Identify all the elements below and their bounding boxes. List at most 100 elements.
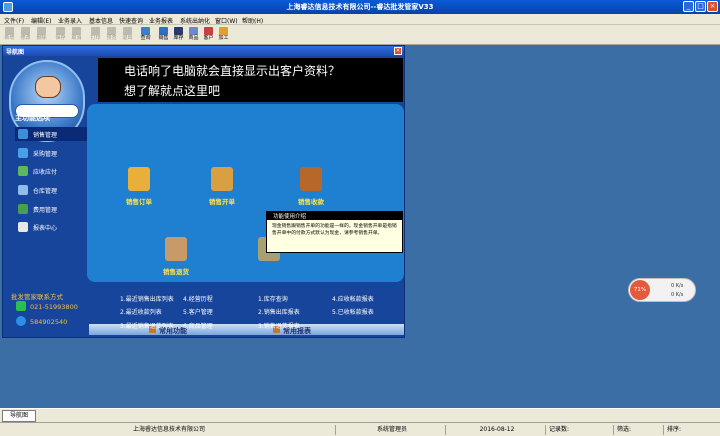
tool-delete[interactable]: 删除 [34, 26, 49, 44]
sales-icon [159, 27, 168, 35]
window-title: 上海睿达信息技术有限公司--睿达批发管家V33 [286, 3, 434, 11]
tool-sales[interactable]: 销售 [156, 26, 171, 44]
product-icon [189, 27, 198, 35]
customer-icon [204, 27, 213, 35]
close-button[interactable]: × [707, 1, 718, 12]
tool-exit[interactable]: 退出 [120, 26, 135, 44]
menu-basic-info[interactable]: 基本信息 [89, 16, 113, 25]
sales-icon [18, 129, 28, 139]
promo-banner[interactable]: 电话响了电脑就会直接显示出客户资料？ 想了解就点这里吧 [98, 58, 403, 102]
exit-icon [123, 27, 132, 35]
status-user: 系统管理员 [335, 425, 445, 435]
tool-processing[interactable]: 加工 [216, 26, 231, 44]
document-icon [18, 222, 28, 232]
nav-close-button[interactable]: × [394, 47, 402, 55]
status-record-count: 记录数: [545, 425, 613, 435]
sidebar-item-warehouse[interactable]: 仓库管理 [15, 183, 87, 197]
tool-save[interactable]: 保存 [53, 26, 68, 44]
link-inventory-query[interactable]: 1.库存查询 [258, 294, 288, 303]
cancel-icon [72, 27, 81, 35]
banner-line-2: 想了解就点这里吧 [124, 84, 221, 98]
menu-edit[interactable]: 编辑(E) [31, 16, 51, 25]
contact-phone: 021-51993800 [30, 303, 78, 311]
menu-quick-query[interactable]: 快速查询 [119, 16, 143, 25]
minimize-button[interactable]: _ [683, 1, 694, 12]
magnifier-icon [141, 27, 150, 35]
contact-qq: 584902540 [30, 318, 68, 326]
delete-icon [37, 27, 46, 35]
purchasing-icon [18, 148, 28, 158]
banner-line-1: 电话响了电脑就会直接显示出客户资料？ [124, 64, 341, 78]
menu-window[interactable]: 窗口(W) [215, 16, 238, 25]
menu-system-init[interactable]: 系统出纳化 [180, 16, 210, 25]
wallet-icon [300, 167, 322, 191]
status-company: 上海睿达信息技术有限公司 [132, 426, 205, 433]
link-received-report[interactable]: 5.已收帐款报表 [332, 307, 374, 316]
tool-products[interactable]: 商品 [186, 26, 201, 44]
sidebar-item-reports[interactable]: 报表中心 [15, 220, 87, 234]
func-sales-order[interactable]: 销售订单 [104, 167, 174, 215]
tool-cancel[interactable]: 取消 [69, 26, 84, 44]
edit-icon [21, 27, 30, 35]
sidebar-item-purchasing[interactable]: 采购管理 [15, 146, 87, 160]
processing-icon [219, 27, 228, 35]
link-recent-receipts[interactable]: 2.最近收款列表 [120, 307, 162, 316]
inventory-icon [174, 27, 183, 35]
menu-business-reports[interactable]: 业务报表 [149, 16, 173, 25]
status-sort: 排序: [663, 425, 720, 435]
sidebar-item-sales[interactable]: 销售管理 [15, 127, 87, 141]
printer-icon [91, 27, 100, 35]
nav-title-bar: 导航图 × [3, 46, 404, 56]
func-sales-receipt[interactable]: 销售收款 [276, 167, 346, 215]
menu-bar: 文件(F) 编辑(E) 业务录入 基本信息 快速查询 业务报表 系统出纳化 窗口… [0, 14, 720, 25]
tooltip-header: 功能使用介绍 [267, 212, 402, 220]
link-sales-return-report[interactable]: 3.销售退货报表 [258, 321, 300, 330]
mascot-icon [35, 76, 61, 98]
tooltip-body: 现金销售跟销售开单的功能是一样的，现金销售开单是指销售开单中的付款方式默认为现金… [272, 224, 397, 236]
main-options-heading: 主功能选项 [15, 114, 50, 122]
link-recent-returns[interactable]: 3.最近销售退货列表 [120, 321, 174, 330]
menu-business-entry[interactable]: 业务录入 [58, 16, 82, 25]
menu-file[interactable]: 文件(F) [4, 16, 24, 25]
func-sales-invoice[interactable]: 销售开单 [187, 167, 257, 215]
tool-edit[interactable]: 修改 [18, 26, 33, 44]
tool-customers[interactable]: 客户 [201, 26, 216, 44]
status-filter: 筛选: [613, 425, 663, 435]
contact-heading: 批发管家联系方式 [11, 293, 63, 301]
network-speed-widget[interactable]: 71% 0 K/s 0 K/s [628, 278, 696, 302]
sidebar-item-expenses[interactable]: 费用管理 [15, 202, 87, 216]
upload-speed: 0 K/s [671, 283, 684, 289]
sidebar-item-receivables[interactable]: 应收应付 [15, 164, 87, 178]
maximize-button[interactable]: □ [695, 1, 706, 12]
download-speed: 0 K/s [671, 292, 684, 298]
cpu-usage-gauge: 71% [630, 280, 650, 300]
tool-query[interactable]: 查询 [138, 26, 153, 44]
tool-print[interactable]: 打印 [88, 26, 103, 44]
link-sales-out-report[interactable]: 2.销售出库报表 [258, 307, 300, 316]
phone-icon [16, 301, 26, 311]
link-recent-sales-out[interactable]: 1.最近销售出库列表 [120, 294, 174, 303]
func-sales-return[interactable]: 销售退货 [141, 237, 211, 285]
save-icon [56, 27, 65, 35]
link-customer-management[interactable]: 5.客户管理 [183, 307, 213, 316]
link-receivables-report[interactable]: 4.应收帐款报表 [332, 294, 374, 303]
menu-help[interactable]: 帮助(H) [242, 16, 263, 25]
return-box-icon [165, 237, 187, 261]
link-business-history[interactable]: 4.经营历程 [183, 294, 213, 303]
status-date: 2016-08-12 [445, 425, 545, 435]
toolbar: 新增 修改 删除 保存 取消 打印 预览 退出 查询 销售 库存 商品 客户 加… [0, 25, 720, 45]
link-product-management[interactable]: 6.商品管理 [183, 321, 213, 330]
tool-new[interactable]: 新增 [2, 26, 17, 44]
warehouse-icon [18, 185, 28, 195]
preview-icon [107, 27, 116, 35]
window-tab-bar: 导航图 [0, 408, 720, 422]
expense-icon [18, 204, 28, 214]
tab-navigation[interactable]: 导航图 [2, 410, 36, 422]
tool-inventory[interactable]: 库存 [171, 26, 186, 44]
money-icon [18, 166, 28, 176]
tool-preview[interactable]: 预览 [104, 26, 119, 44]
qq-icon [16, 316, 26, 326]
nav-title: 导航图 [6, 49, 25, 56]
function-panel: 销售订单 销售开单 销售收款 销售退货 [87, 104, 404, 282]
navigation-window: 导航图 × 电话响了电脑就会直接显示出客户资料？ 想了解就点这里吧 主功能选项 … [2, 45, 405, 338]
